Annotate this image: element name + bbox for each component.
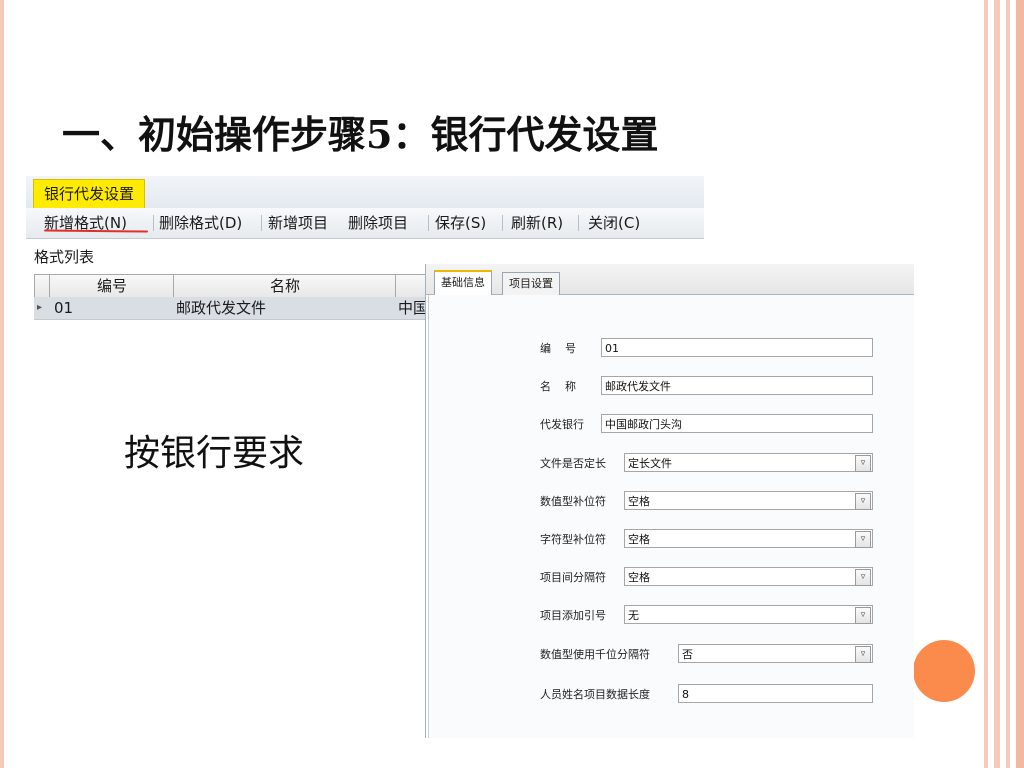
chevron-down-icon[interactable]: ▿: [855, 455, 871, 472]
fixed-length-value: 定长文件: [628, 457, 672, 470]
name-field[interactable]: 邮政代发文件: [601, 376, 873, 395]
thousands-select[interactable]: 否 ▿: [678, 644, 873, 663]
title-rest: 银行代发设置: [430, 113, 659, 157]
format-list-label: 格式列表: [34, 248, 95, 266]
name-label: 名 称: [540, 380, 576, 393]
numeric-pad-select[interactable]: 空格 ▿: [624, 491, 873, 510]
fixed-length-select[interactable]: 定长文件 ▿: [624, 453, 873, 472]
toolbar-separator: [502, 215, 503, 231]
slide-frame-right-stripe: [994, 0, 1000, 768]
tab-item-settings[interactable]: 项目设置: [502, 272, 560, 295]
string-pad-select[interactable]: 空格 ▿: [624, 529, 873, 548]
thousands-label: 数值型使用千位分隔符: [540, 648, 650, 661]
thousands-value: 否: [682, 648, 693, 661]
slide-frame-right-stripe: [1016, 0, 1024, 768]
save-button[interactable]: 保存(S): [435, 208, 486, 238]
quote-value: 无: [628, 609, 639, 622]
new-item-button[interactable]: 新增项目: [268, 208, 328, 238]
item-separator-select[interactable]: 空格 ▿: [624, 567, 873, 586]
item-separator-label: 项目间分隔符: [540, 571, 606, 584]
name-length-field[interactable]: 8: [678, 684, 873, 703]
row-code: 01: [54, 299, 74, 317]
title-main: 一、初始操作步骤: [62, 113, 367, 157]
chevron-down-icon[interactable]: ▿: [855, 607, 871, 624]
tab-bank-payroll-settings[interactable]: 银行代发设置: [33, 179, 146, 209]
title-separator: ：: [392, 113, 431, 157]
toolbar-separator: [153, 215, 154, 231]
delete-item-button[interactable]: 删除项目: [348, 208, 408, 238]
refresh-button[interactable]: 刷新(R): [511, 208, 563, 238]
close-button[interactable]: 关闭(C): [588, 208, 640, 238]
side-note: 按银行要求: [124, 433, 305, 474]
format-detail-window: 基础信息 项目设置 编 号 01 名 称 邮政代发文件 代发银行 中国邮政门头沟…: [425, 264, 914, 738]
string-pad-value: 空格: [628, 533, 650, 546]
code-label: 编 号: [540, 342, 576, 355]
slide-frame-left: [0, 0, 4, 768]
chevron-down-icon[interactable]: ▿: [855, 646, 871, 663]
bank-field[interactable]: 中国邮政门头沟: [601, 414, 873, 433]
string-pad-label: 字符型补位符: [540, 533, 606, 546]
toolbar-separator: [428, 215, 429, 231]
column-header-code[interactable]: 编号: [49, 275, 174, 297]
row-name: 邮政代发文件: [176, 299, 267, 317]
bank-label: 代发银行: [540, 418, 584, 431]
new-format-button[interactable]: 新增格式(N): [44, 208, 127, 238]
fixed-length-label: 文件是否定长: [540, 457, 606, 470]
code-field[interactable]: 01: [601, 338, 873, 357]
numeric-pad-label: 数值型补位符: [540, 495, 606, 508]
slide-frame-right-stripe: [1006, 0, 1010, 768]
delete-format-button[interactable]: 删除格式(D): [159, 208, 242, 238]
numeric-pad-value: 空格: [628, 495, 650, 508]
column-header-name[interactable]: 名称: [173, 275, 396, 297]
chevron-down-icon[interactable]: ▿: [855, 569, 871, 586]
quote-select[interactable]: 无 ▿: [624, 605, 873, 624]
row-indicator-icon: ▸: [37, 302, 43, 313]
basic-info-form: 编 号 01 名 称 邮政代发文件 代发银行 中国邮政门头沟 文件是否定长 定长…: [428, 295, 914, 738]
slide-frame-right-stripe: [984, 0, 988, 768]
title-step-number: 5: [366, 112, 393, 157]
quote-label: 项目添加引号: [540, 609, 606, 622]
chevron-down-icon[interactable]: ▿: [855, 493, 871, 510]
name-length-label: 人员姓名项目数据长度: [540, 688, 650, 701]
slide-title: 一、初始操作步骤5：银行代发设置: [62, 104, 659, 159]
decorative-circle: [913, 640, 975, 702]
toolbar: 新增格式(N) 删除格式(D) 新增项目 删除项目 保存(S) 刷新(R) 关闭…: [26, 208, 704, 239]
chevron-down-icon[interactable]: ▿: [855, 531, 871, 548]
tab-basic-info[interactable]: 基础信息: [434, 270, 492, 295]
toolbar-separator: [261, 215, 262, 231]
item-separator-value: 空格: [628, 571, 650, 584]
window-tab-bar: 银行代发设置: [26, 176, 704, 209]
toolbar-separator: [578, 215, 579, 231]
row-bank: 中国: [398, 299, 429, 317]
detail-tab-strip: 基础信息 项目设置: [426, 264, 914, 295]
